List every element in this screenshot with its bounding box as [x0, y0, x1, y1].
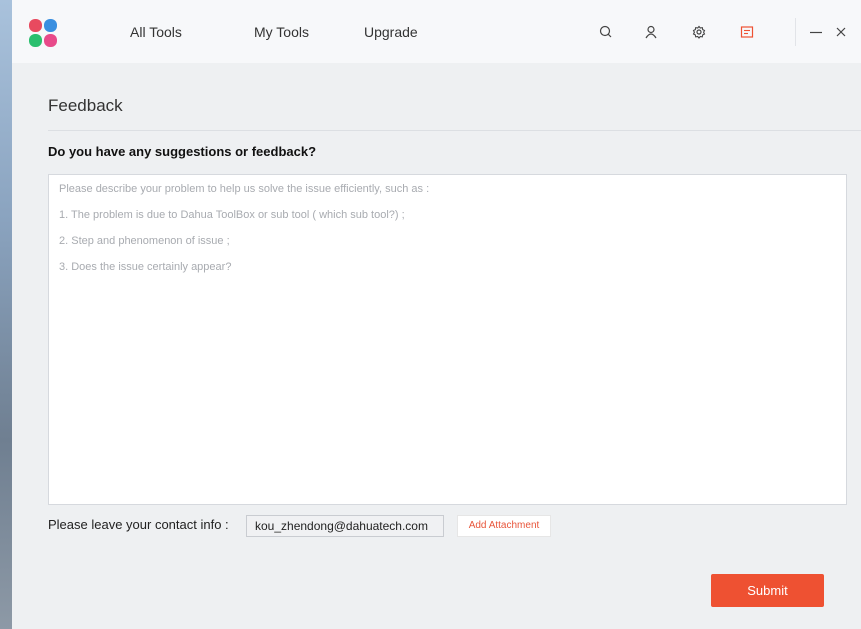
feedback-textarea[interactable]: Please describe your problem to help us … — [48, 174, 847, 505]
user-icon[interactable] — [643, 24, 659, 40]
submit-button[interactable]: Submit — [711, 574, 824, 607]
nav-all-tools[interactable]: All Tools — [130, 24, 182, 40]
placeholder-line: 3. Does the issue certainly appear? — [59, 261, 232, 273]
app-window: All Tools My Tools Upgrade Feedback Do y… — [12, 0, 861, 629]
desktop-background — [0, 0, 12, 629]
nav-my-tools[interactable]: My Tools — [254, 24, 309, 40]
notes-icon[interactable] — [739, 24, 755, 40]
title-divider — [48, 130, 861, 131]
nav-upgrade[interactable]: Upgrade — [364, 24, 418, 40]
placeholder-line: 2. Step and phenomenon of issue ; — [59, 235, 230, 247]
contact-info-label: Please leave your contact info : — [48, 517, 229, 532]
search-icon[interactable] — [598, 24, 614, 40]
contact-info-input[interactable]: kou_zhendong@dahuatech.com — [246, 515, 444, 537]
page-title: Feedback — [48, 96, 123, 115]
app-logo-icon — [29, 19, 57, 47]
placeholder-line: 1. The problem is due to Dahua ToolBox o… — [59, 209, 405, 221]
placeholder-line: Please describe your problem to help us … — [59, 183, 430, 195]
close-icon[interactable] — [833, 24, 849, 40]
titlebar-divider — [795, 18, 796, 46]
gear-icon[interactable] — [691, 24, 707, 40]
minimize-icon[interactable] — [808, 24, 824, 40]
title-bar: All Tools My Tools Upgrade — [12, 0, 861, 63]
feedback-question: Do you have any suggestions or feedback? — [48, 144, 317, 159]
add-attachment-button[interactable]: Add Attachment — [457, 515, 551, 537]
